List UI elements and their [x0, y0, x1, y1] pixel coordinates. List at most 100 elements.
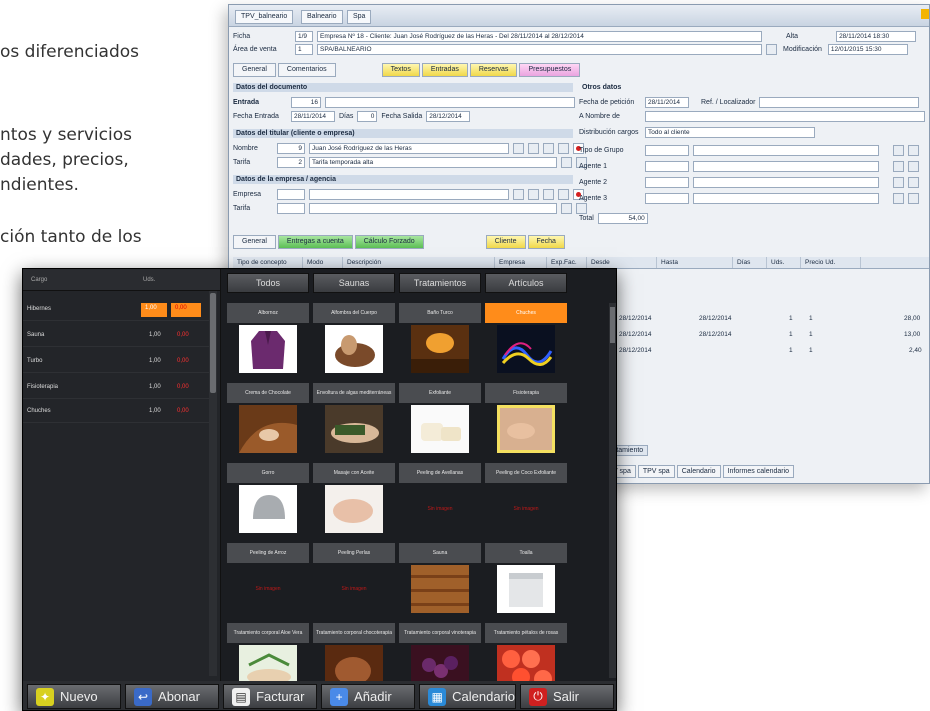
salir-button[interactable]: ⏻ Salir [520, 684, 615, 709]
product-tile[interactable]: Fisioterapia [485, 383, 567, 455]
title-tab[interactable]: Balneario [301, 10, 343, 24]
lookup-button[interactable] [893, 145, 904, 156]
table-row[interactable]: 28/12/2014 28/12/2014 1 1 13,00 [619, 331, 929, 341]
lookup-button[interactable] [893, 161, 904, 172]
agente2-field[interactable] [693, 177, 879, 188]
category-tratamientos[interactable]: Tratamientos [399, 273, 481, 293]
agente3-field[interactable] [693, 193, 879, 204]
product-tile[interactable]: Toalla [485, 543, 567, 615]
agente3-code[interactable] [645, 193, 689, 204]
lookup-button[interactable] [543, 189, 554, 200]
lookup-button[interactable] [908, 193, 919, 204]
product-tile[interactable]: Crema de Chocolate [227, 383, 309, 455]
column-header[interactable]: Desde [587, 257, 657, 268]
scroll-thumb[interactable] [610, 307, 615, 343]
fecha-entrada-field[interactable]: 28/11/2014 [291, 111, 335, 122]
tipo-grupo-code[interactable] [645, 145, 689, 156]
line-price[interactable]: 0,00 [177, 408, 189, 414]
tarifa-code[interactable]: 2 [277, 157, 305, 168]
product-tile-selected[interactable]: Chuches [485, 303, 567, 375]
line-price[interactable]: 0,00 [177, 384, 189, 390]
product-tile[interactable]: Baño Turco [399, 303, 481, 375]
tab-general[interactable]: General [233, 63, 276, 77]
scroll-thumb[interactable] [210, 293, 216, 393]
ficha-number[interactable]: 1/9 [295, 31, 313, 42]
title-tab[interactable]: Spa [347, 10, 372, 24]
nuevo-button[interactable]: ✦ Nuevo [27, 684, 122, 709]
lookup-button[interactable] [513, 143, 524, 154]
ref-field[interactable] [759, 97, 920, 108]
ticket-line[interactable]: Chuches 1,00 0,00 [23, 401, 209, 423]
tab-fecha[interactable]: Fecha [527, 235, 565, 249]
anadir-button[interactable]: + Añadir [321, 684, 416, 709]
facturar-button[interactable]: ▤ Facturar [223, 684, 318, 709]
empresa-code[interactable] [277, 189, 305, 200]
fecha-salida-field[interactable]: 28/12/2014 [426, 111, 471, 122]
tarifa-field[interactable]: Tarifa temporada alta [309, 157, 557, 168]
lookup-button[interactable] [893, 193, 904, 204]
tarifa2-code[interactable] [277, 203, 305, 214]
column-header[interactable]: Empresa [495, 257, 547, 268]
line-qty[interactable]: 1,00 [149, 332, 161, 338]
category-saunas[interactable]: Saunas [313, 273, 395, 293]
entrada-desc[interactable] [325, 97, 575, 108]
tab-entradas[interactable]: Entradas [421, 63, 468, 77]
modif-field[interactable]: 12/01/2015 15:30 [827, 44, 908, 55]
tab-lower-general[interactable]: General [233, 235, 276, 249]
ticket-line[interactable]: Turbo 1,00 0,00 [23, 351, 209, 373]
calendario-button[interactable]: ▦ Calendario [419, 684, 516, 709]
product-tile[interactable]: Alfombra del Cuerpo [313, 303, 395, 375]
line-price[interactable]: 0,00 [177, 332, 189, 338]
lookup-button[interactable] [908, 177, 919, 188]
ticket-line[interactable]: Sauna 1,00 0,00 [23, 325, 209, 347]
column-header[interactable]: Precio Ud. [801, 257, 861, 268]
nombre-de-field[interactable] [645, 111, 925, 122]
column-header[interactable]: Descripción [343, 257, 495, 268]
column-header[interactable]: Días [733, 257, 767, 268]
line-price[interactable]: 0,00 [171, 303, 201, 317]
ticket-line[interactable]: Fisioterapia 1,00 0,00 [23, 377, 209, 399]
empresa-field[interactable] [309, 189, 509, 200]
product-scrollbar[interactable] [609, 303, 616, 678]
tab-calendario[interactable]: Calendario [676, 465, 721, 478]
product-tile[interactable]: Sauna [399, 543, 481, 615]
agente1-code[interactable] [645, 161, 689, 172]
lookup-button[interactable] [528, 189, 539, 200]
column-header[interactable]: Exp.Fac. [547, 257, 587, 268]
lookup-button[interactable] [558, 189, 569, 200]
lookup-button[interactable] [908, 161, 919, 172]
column-header[interactable]: Tipo de concepto [233, 257, 303, 268]
tab-presupuestos[interactable]: Presupuestos [519, 63, 581, 77]
fecha-peticion-field[interactable]: 28/11/2014 [645, 97, 689, 108]
window-control-icon[interactable] [921, 9, 929, 19]
product-tile[interactable]: Masaje con Aceite [313, 463, 395, 535]
nombre-code[interactable]: 9 [277, 143, 305, 154]
tab-textos[interactable]: Textos [381, 63, 420, 77]
product-tile[interactable]: Peeling de Avellanas Sin imagen [399, 463, 481, 535]
lookup-button[interactable] [893, 177, 904, 188]
product-tile[interactable]: Peeling de Arroz Sin imagen [227, 543, 309, 615]
line-qty[interactable]: 1,00 [149, 358, 161, 364]
table-row[interactable]: 28/12/2014 1 1 2,40 [619, 347, 929, 357]
line-qty[interactable]: 1,00 [149, 408, 161, 414]
lookup-button[interactable] [561, 203, 572, 214]
product-tile[interactable]: Albornoz [227, 303, 309, 375]
product-tile[interactable]: Exfoliante [399, 383, 481, 455]
tab-comentarios[interactable]: Comentarios [277, 63, 336, 77]
ficha-field[interactable]: Empresa Nº 18 - Cliente: Juan José Rodrí… [317, 31, 762, 42]
product-tile[interactable]: Peeling Perlas Sin imagen [313, 543, 395, 615]
lookup-button[interactable] [558, 143, 569, 154]
category-articulos[interactable]: Artículos [485, 273, 567, 293]
product-tile[interactable]: Envoltura de algas mediterráneas [313, 383, 395, 455]
lookup-button[interactable] [766, 44, 777, 55]
tab-calculo[interactable]: Cálculo Forzado [354, 235, 424, 249]
nombre-field[interactable]: Juan José Rodríguez de las Heras [309, 143, 509, 154]
lookup-button[interactable] [513, 189, 524, 200]
area-code[interactable]: 1 [295, 44, 313, 55]
ticket-line[interactable]: Hibernes 1,00 0,00 [23, 299, 209, 321]
title-tab[interactable]: TPV_balneario [235, 10, 294, 24]
category-todos[interactable]: Todos [227, 273, 309, 293]
abonar-button[interactable]: ↩ Abonar [125, 684, 220, 709]
table-row[interactable]: 28/12/2014 28/12/2014 1 1 28,00 [619, 315, 929, 325]
lookup-button[interactable] [908, 145, 919, 156]
